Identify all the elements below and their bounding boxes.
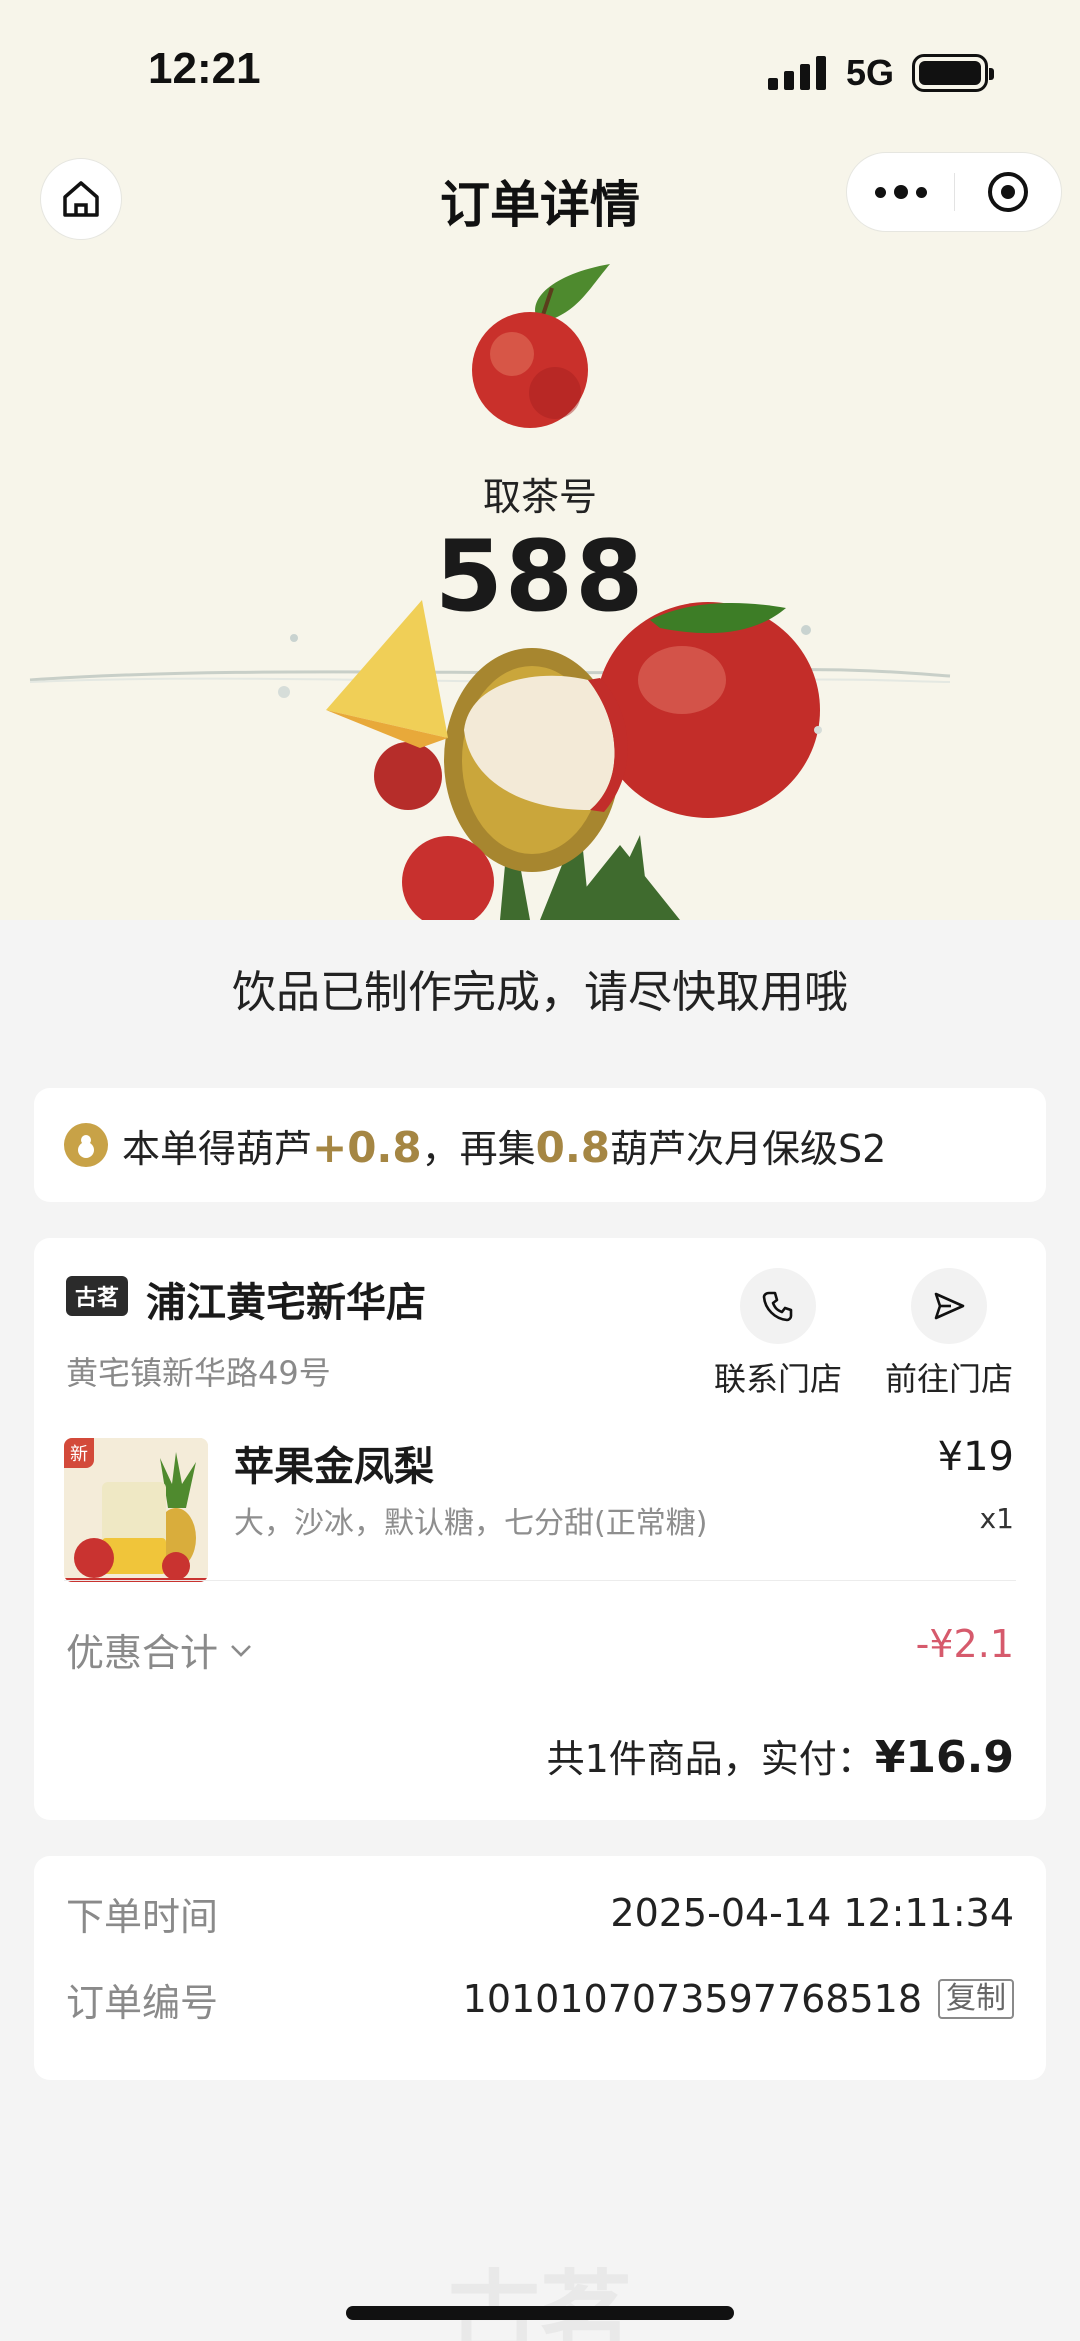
copy-button[interactable]: 复制 [938,1979,1014,2019]
points-needed: 0.8 [535,1122,611,1172]
order-card: 古茗 浦江黄宅新华店 黄宅镇新华路49号 联系门店 前往门店 新 苹果金凤梨 大… [34,1238,1046,1820]
points-middle: ，再集 [421,1126,536,1171]
discount-label: 优惠合计 [66,1631,219,1675]
more-button[interactable] [847,152,954,232]
apple-illustration [472,264,610,428]
status-bar: 12:21 5G [0,0,1080,140]
chevron-down-icon [231,1644,251,1657]
divider [64,1580,1016,1581]
send-icon [934,1292,965,1320]
signal-icon [767,56,826,90]
new-tag: 新 [64,1438,94,1468]
pickup-label: 取茶号 [482,475,597,519]
points-earned: +0.8 [312,1122,422,1172]
product-image: 新 [64,1438,208,1582]
order-number-row: 订单编号 1010107073597768518 复制 [66,1974,1014,2025]
discount-value: -¥2.1 [915,1622,1014,1666]
order-status-message: 饮品已制作完成，请尽快取用哦 [232,967,848,1018]
order-number-label: 订单编号 [66,1980,219,2025]
product-spec: 大，沙冰，默认糖，七分甜(正常糖) [234,1506,708,1541]
product-quantity: x1 [979,1502,1014,1535]
fruit-splash-illustration [29,600,951,920]
contact-store-label: 联系门店 [713,1360,842,1398]
status-indicators: 5G [767,52,994,94]
more-icon [874,186,886,198]
network-type: 5G [845,52,894,93]
product-name: 苹果金凤梨 [234,1444,434,1490]
total-amount: ¥16.9 [874,1732,1014,1783]
target-icon [987,172,1028,212]
store-name: 浦江黄宅新华店 [146,1280,426,1326]
status-time: 12:21 [148,44,261,93]
phone-icon [762,1291,793,1322]
total-row: 共1件商品，实付： ¥16.9 [547,1728,1014,1783]
points-prefix: 本单得葫芦 [122,1126,313,1171]
order-time-label: 下单时间 [66,1894,219,1939]
points-message: 本单得葫芦 +0.8 ，再集 0.8 葫芦次月保级S2 [122,1118,886,1173]
contact-store-button[interactable]: 联系门店 [708,1268,848,1400]
close-miniprogram-button[interactable] [955,152,1061,232]
points-suffix: 葫芦次月保级S2 [610,1126,887,1171]
gourd-icon [64,1123,108,1167]
home-indicator[interactable] [346,2306,734,2320]
membership-points-card[interactable]: 本单得葫芦 +0.8 ，再集 0.8 葫芦次月保级S2 [34,1088,1046,1202]
hero-banner: 12:21 5G 订单详情 取茶号 588 [0,0,1080,920]
store-address: 黄宅镇新华路49号 [66,1354,331,1392]
mini-program-capsule [846,152,1062,232]
product-price: ¥19 [937,1434,1014,1480]
battery-icon [912,54,994,92]
order-number-value: 1010107073597768518 [462,1977,922,2021]
total-text: 共1件商品，实付： [546,1737,875,1781]
order-time-row: 下单时间 2025-04-14 12:11:34 [66,1888,1014,1939]
order-time-value: 2025-04-14 12:11:34 [610,1891,1014,1935]
footer-brand-logo: 古茗 [447,2260,632,2341]
brand-logo-badge: 古茗 [66,1276,128,1316]
go-to-store-button[interactable]: 前往门店 [879,1268,1019,1400]
order-info-card: 下单时间 2025-04-14 12:11:34 订单编号 1010107073… [34,1856,1046,2080]
order-number-group: 1010107073597768518 复制 [463,1977,1014,2021]
discount-toggle[interactable]: 优惠合计 [66,1622,258,1677]
go-to-store-label: 前往门店 [884,1360,1013,1398]
